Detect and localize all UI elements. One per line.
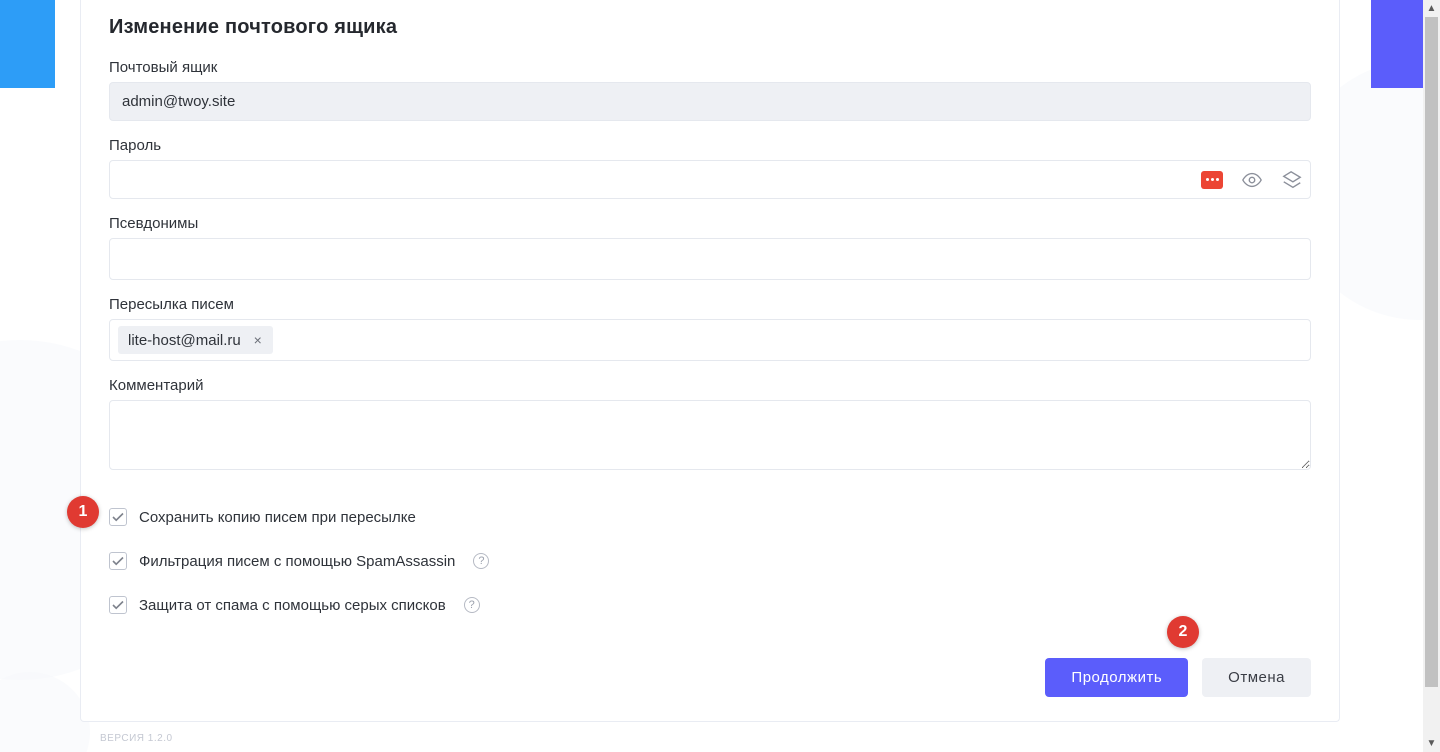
cancel-button[interactable]: Отмена xyxy=(1202,658,1311,697)
scrollbar[interactable]: ▲ ▼ xyxy=(1423,0,1440,752)
help-icon[interactable]: ? xyxy=(473,553,489,569)
forward-tag-remove[interactable]: × xyxy=(249,331,267,349)
field-comment: Комментарий xyxy=(109,377,1311,470)
right-accent-strip xyxy=(1371,0,1423,88)
check-row-spamassassin: Фильтрация писем с помощью SpamAssassin … xyxy=(109,544,1311,588)
version-text: ВЕРСИЯ 1.2.0 xyxy=(100,733,173,744)
checkbox-spamassassin[interactable] xyxy=(109,552,127,570)
left-accent-strip xyxy=(0,0,55,88)
scroll-up-icon[interactable]: ▲ xyxy=(1423,0,1440,17)
label-aliases: Псевдонимы xyxy=(109,215,1311,232)
continue-button[interactable]: Продолжить xyxy=(1045,658,1188,697)
check-label-save-copy: Сохранить копию писем при пересылке xyxy=(139,509,416,526)
check-row-save-copy: 1 Сохранить копию писем при пересылке xyxy=(109,500,1311,544)
password-generate-button[interactable] xyxy=(1201,171,1223,189)
label-comment: Комментарий xyxy=(109,377,1311,394)
checkbox-save-copy[interactable] xyxy=(109,508,127,526)
forward-tag: lite-host@mail.ru × xyxy=(118,326,273,354)
field-aliases: Псевдонимы xyxy=(109,215,1311,280)
label-forward: Пересылка писем xyxy=(109,296,1311,313)
scroll-down-icon[interactable]: ▼ xyxy=(1423,735,1440,752)
password-input[interactable] xyxy=(109,160,1311,199)
mailbox-value: admin@twoy.site xyxy=(109,82,1311,121)
label-mailbox: Почтовый ящик xyxy=(109,59,1311,76)
eye-icon[interactable] xyxy=(1241,169,1263,191)
help-icon[interactable]: ? xyxy=(464,597,480,613)
field-password: Пароль xyxy=(109,137,1311,199)
callout-badge-1: 1 xyxy=(67,496,99,528)
tags-icon[interactable] xyxy=(1281,169,1303,191)
scroll-thumb[interactable] xyxy=(1425,17,1438,687)
forward-input[interactable]: lite-host@mail.ru × xyxy=(109,319,1311,361)
comment-textarea[interactable] xyxy=(109,400,1311,470)
checkbox-greylist[interactable] xyxy=(109,596,127,614)
callout-badge-2: 2 xyxy=(1167,616,1199,648)
check-label-spamassassin: Фильтрация писем с помощью SpamAssassin xyxy=(139,553,455,570)
check-label-greylist: Защита от спама с помощью серых списков xyxy=(139,597,446,614)
forward-tag-text: lite-host@mail.ru xyxy=(128,332,241,349)
mailbox-edit-card: Изменение почтового ящика Почтовый ящик … xyxy=(80,0,1340,722)
check-row-greylist: Защита от спама с помощью серых списков … xyxy=(109,588,1311,632)
label-password: Пароль xyxy=(109,137,1311,154)
field-forward: Пересылка писем lite-host@mail.ru × xyxy=(109,296,1311,361)
aliases-input[interactable] xyxy=(109,238,1311,280)
page-title: Изменение почтового ящика xyxy=(109,16,1311,39)
bg-shape xyxy=(0,672,90,752)
field-mailbox: Почтовый ящик admin@twoy.site xyxy=(109,59,1311,121)
